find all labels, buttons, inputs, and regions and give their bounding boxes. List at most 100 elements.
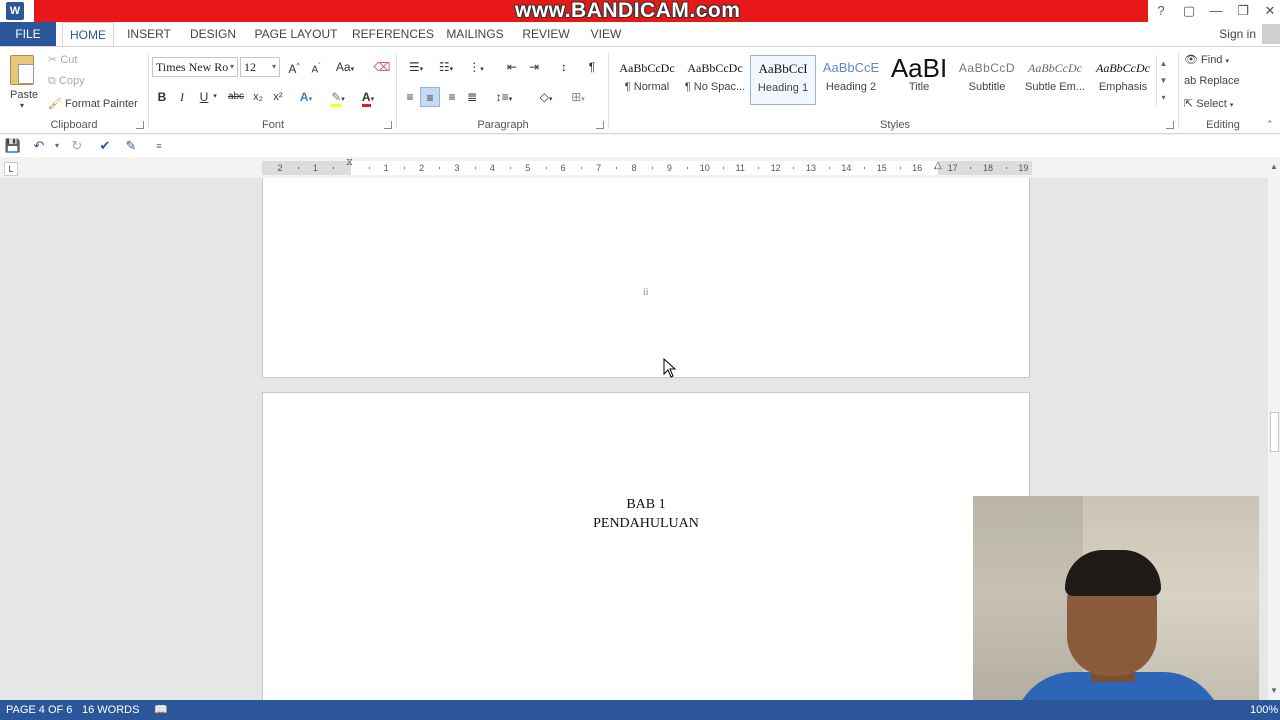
save-icon[interactable]: 💾 bbox=[4, 138, 22, 154]
italic-button[interactable]: I bbox=[172, 87, 192, 107]
styles-dialog-launcher-icon[interactable] bbox=[1166, 121, 1174, 129]
line-spacing-icon[interactable]: ↕≡▾ bbox=[490, 87, 518, 107]
font-dialog-launcher-icon[interactable] bbox=[384, 121, 392, 129]
clipboard-dialog-launcher-icon[interactable] bbox=[136, 121, 144, 129]
paste-dropdown-icon[interactable]: ▾ bbox=[20, 101, 24, 110]
collapse-ribbon-icon[interactable]: ⌃ bbox=[1266, 119, 1274, 130]
redo-icon[interactable]: ↻ bbox=[68, 138, 86, 154]
ruler-tick bbox=[722, 167, 724, 169]
underline-dropdown-icon[interactable]: ▾ bbox=[210, 87, 220, 107]
style-subtle-emphasis[interactable]: AaBbCcDc Subtle Em... bbox=[1022, 55, 1088, 105]
tab-review[interactable]: REVIEW bbox=[520, 22, 572, 46]
numbering-icon[interactable]: ☷▾ bbox=[432, 57, 460, 77]
gallery-down-icon[interactable]: ▼ bbox=[1157, 72, 1170, 89]
subscript-button[interactable]: x₂ bbox=[248, 87, 268, 107]
ruler-tick bbox=[687, 167, 689, 169]
font-color-button[interactable]: A▾ bbox=[358, 87, 378, 107]
strikethrough-button[interactable]: abc bbox=[224, 87, 248, 107]
ruler-tick bbox=[828, 167, 830, 169]
tab-page-layout[interactable]: PAGE LAYOUT bbox=[254, 22, 338, 46]
restore-icon[interactable]: ❐ bbox=[1232, 2, 1254, 20]
font-size-combo[interactable]: 12 ▾ bbox=[240, 57, 280, 77]
tab-home[interactable]: HOME bbox=[62, 22, 114, 46]
copy-button[interactable]: ⧉ Copy bbox=[48, 75, 85, 88]
minimize-icon[interactable]: — bbox=[1205, 2, 1227, 20]
page-count-status[interactable]: PAGE 4 OF 6 bbox=[6, 700, 72, 720]
show-formatting-icon[interactable]: ¶ bbox=[582, 57, 602, 77]
text-effects-icon[interactable]: A▾ bbox=[296, 87, 316, 107]
font-name-combo[interactable]: Times New Ro ▾ bbox=[152, 57, 238, 77]
page[interactable]: ii bbox=[262, 178, 1030, 378]
find-button[interactable]: 👁 Find ▾ bbox=[1184, 53, 1229, 66]
select-button[interactable]: ⇱ Select ▾ bbox=[1184, 97, 1233, 110]
zoom-level[interactable]: 100% bbox=[1250, 700, 1278, 720]
right-indent-icon[interactable]: △ bbox=[934, 160, 944, 178]
page[interactable]: BAB 1 PENDAHULUAN bbox=[262, 392, 1030, 700]
style-normal[interactable]: AaBbCcDc ¶ Normal bbox=[614, 55, 680, 105]
ribbon-display-options-icon[interactable]: ▢ bbox=[1178, 2, 1200, 20]
multilevel-list-icon[interactable]: ⋮▾ bbox=[462, 57, 490, 77]
paintbrush-icon: 🖌 bbox=[48, 98, 62, 110]
undo-dropdown-icon[interactable]: ▾ bbox=[48, 138, 66, 154]
tab-insert[interactable]: INSERT bbox=[124, 22, 174, 46]
cut-button[interactable]: ✂ Cut bbox=[48, 53, 77, 66]
tab-references[interactable]: REFERENCES bbox=[352, 22, 434, 46]
account-avatar[interactable] bbox=[1262, 24, 1280, 44]
replace-button[interactable]: ab Replace bbox=[1184, 75, 1240, 87]
undo-icon[interactable]: ↶ bbox=[30, 138, 48, 154]
mouse-pointer-icon bbox=[663, 358, 677, 378]
shrink-font-button[interactable]: Aˇ bbox=[306, 57, 326, 77]
help-icon[interactable]: ? bbox=[1150, 2, 1172, 20]
gallery-more-icon[interactable]: ▾ bbox=[1157, 89, 1170, 106]
align-center-icon[interactable]: ≡ bbox=[420, 87, 440, 107]
scroll-thumb[interactable] bbox=[1270, 412, 1279, 452]
justify-icon[interactable]: ≣ bbox=[462, 87, 482, 107]
style-subtitle[interactable]: AaBbCcD Subtitle bbox=[954, 55, 1020, 105]
tab-design[interactable]: DESIGN bbox=[188, 22, 238, 46]
proofing-icon[interactable]: 📖 bbox=[154, 700, 168, 720]
align-right-icon[interactable]: ≡ bbox=[442, 87, 462, 107]
tab-selector-icon[interactable]: L bbox=[4, 162, 18, 176]
highlight-color-button[interactable]: ✎▾ bbox=[328, 87, 348, 107]
first-line-indent-icon[interactable]: ⧖ bbox=[346, 157, 356, 175]
spelling-check-icon[interactable]: ✔ bbox=[96, 138, 114, 154]
style-title[interactable]: AaBI Title bbox=[886, 55, 952, 105]
gallery-up-icon[interactable]: ▲ bbox=[1157, 55, 1170, 72]
style-heading-1[interactable]: AaBbCcI Heading 1 bbox=[750, 55, 816, 105]
vertical-scrollbar[interactable]: ▲ ▼ bbox=[1268, 158, 1280, 700]
word-count-status[interactable]: 16 WORDS bbox=[82, 700, 139, 720]
tab-mailings[interactable]: MAILINGS bbox=[444, 22, 506, 46]
clear-formatting-icon[interactable]: ⌫ bbox=[372, 57, 392, 77]
change-case-button[interactable]: Aa▾ bbox=[332, 57, 358, 77]
decrease-indent-icon[interactable]: ⇤ bbox=[502, 57, 522, 77]
align-left-icon[interactable]: ≡ bbox=[400, 87, 420, 107]
bullets-icon[interactable]: ☰▾ bbox=[402, 57, 430, 77]
word-app-icon[interactable]: W bbox=[6, 2, 24, 20]
format-painter-button[interactable]: 🖌 Format Painter bbox=[48, 97, 138, 110]
ruler-number: 16 bbox=[912, 163, 923, 173]
tab-file[interactable]: FILE bbox=[0, 22, 56, 46]
superscript-button[interactable]: x² bbox=[268, 87, 288, 107]
scroll-down-icon[interactable]: ▼ bbox=[1270, 686, 1278, 695]
style-heading-2[interactable]: AaBbCcE Heading 2 bbox=[818, 55, 884, 105]
horizontal-ruler[interactable]: 2 1 1 2 3 4 5 6 7 8 9 10 11 12 13 14 15 16 17 18 19 ⧖ △ bbox=[262, 157, 1032, 178]
shading-icon[interactable]: ◇▾ bbox=[532, 87, 560, 107]
grow-font-button[interactable]: A^ bbox=[284, 57, 304, 77]
sign-in-link[interactable]: Sign in bbox=[1219, 22, 1256, 46]
style-emphasis[interactable]: AaBbCcDc Emphasis bbox=[1090, 55, 1156, 105]
bold-button[interactable]: B bbox=[152, 87, 172, 107]
paste-button[interactable]: Paste ▾ bbox=[4, 51, 42, 113]
ruler-bar: L 2 1 1 2 3 4 5 6 7 8 9 10 11 12 13 14 15 16 17 18 19 ⧖ △ bbox=[0, 157, 1268, 178]
customize-qat-icon[interactable]: ≡ bbox=[150, 138, 168, 154]
document-edit-icon[interactable]: ✎ bbox=[122, 138, 140, 154]
scroll-up-icon[interactable]: ▲ bbox=[1270, 162, 1278, 171]
highlighter-icon: ✎ bbox=[331, 90, 342, 107]
sort-icon[interactable]: ↕ bbox=[554, 57, 574, 77]
close-icon[interactable]: ✕ bbox=[1259, 2, 1280, 20]
tab-view[interactable]: VIEW bbox=[586, 22, 626, 46]
style-no-spacing[interactable]: AaBbCcDc ¶ No Spac... bbox=[682, 55, 748, 105]
paragraph-dialog-launcher-icon[interactable] bbox=[596, 121, 604, 129]
font-group-label: Font bbox=[261, 119, 284, 131]
borders-icon[interactable]: ⊞▾ bbox=[564, 87, 592, 107]
increase-indent-icon[interactable]: ⇥ bbox=[524, 57, 544, 77]
